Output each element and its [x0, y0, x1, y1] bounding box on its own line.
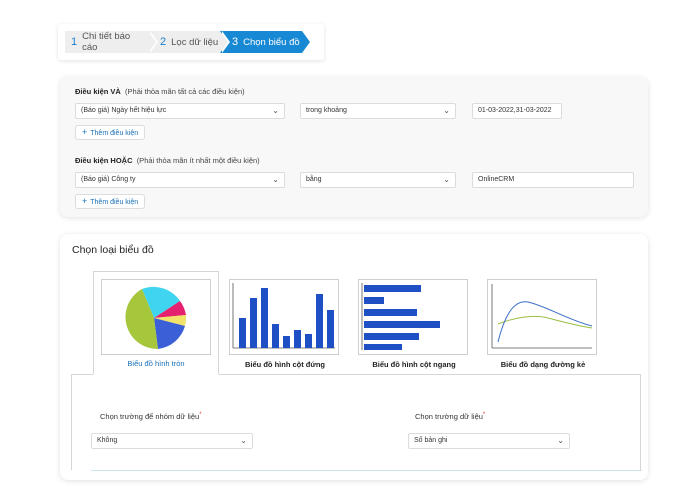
chart-type-label: Biểu đồ hình tròn	[127, 359, 185, 368]
or-operator-select[interactable]: bằng ⌄	[300, 172, 456, 188]
step-filter-data[interactable]: 2 Lọc dữ liệu	[148, 31, 230, 53]
step-label: Chọn biểu đồ	[243, 36, 300, 48]
or-conditions-hint: (Phải thỏa mãn ít nhất một điều kiện)	[136, 156, 260, 165]
chart-type-vertical-bar[interactable]: Biểu đồ hình cột đứng	[229, 271, 341, 375]
plus-icon: +	[82, 127, 88, 137]
required-mark: *	[482, 412, 486, 418]
or-operator-value: bằng	[306, 176, 322, 183]
add-condition-label: Thêm điều kiện	[90, 130, 139, 137]
chevron-down-icon: ⌄	[557, 436, 564, 445]
vertical-bar-chart-icon	[229, 279, 339, 355]
data-field-value: Số bản ghi	[414, 437, 448, 444]
or-conditions-title: Điều kiện HOẶC (Phải thỏa mãn ít nhất mộ…	[75, 156, 260, 165]
horizontal-bar-chart-icon	[358, 279, 468, 355]
chart-settings-panel	[71, 374, 641, 470]
or-field-value: (Báo giá) Công ty	[81, 176, 136, 183]
chevron-down-icon: ⌄	[240, 436, 247, 445]
chart-type-panel: Chọn loại biểu đồ Biểu đồ hình tròn Biểu…	[60, 234, 648, 480]
data-field-label: Chọn trường dữ liệu*	[415, 412, 486, 421]
chevron-down-icon: ⌄	[272, 106, 279, 115]
chart-type-label: Biểu đồ dạng đường kẻ	[500, 360, 586, 369]
and-operator-value: trong khoảng	[306, 107, 347, 114]
and-value-input[interactable]: 01-03-2022,31-03-2022	[472, 103, 562, 119]
chart-type-pie[interactable]: Biểu đồ hình tròn	[93, 271, 219, 375]
chart-type-label: Biểu đồ hình cột ngang	[372, 360, 456, 369]
and-conditions-title: Điều kiện VÀ (Phải thỏa mãn tất cả các đ…	[75, 87, 245, 96]
and-operator-select[interactable]: trong khoảng ⌄	[300, 103, 456, 119]
plus-icon: +	[82, 196, 88, 206]
chevron-down-icon: ⌄	[443, 175, 450, 184]
add-condition-label: Thêm điều kiện	[90, 199, 139, 206]
add-or-condition-button[interactable]: + Thêm điều kiện	[75, 194, 146, 209]
or-value-input[interactable]: OnlineCRM	[472, 172, 634, 188]
and-conditions-hint: (Phải thỏa mãn tất cả các điều kiện)	[125, 87, 245, 96]
or-value-text: OnlineCRM	[478, 176, 515, 183]
line-chart-icon	[487, 279, 597, 355]
step-report-details[interactable]: 1 Chi tiết báo cáo	[65, 31, 158, 53]
chart-type-label: Biểu đồ hình cột đứng	[244, 360, 325, 369]
pie-chart-icon	[101, 279, 211, 355]
report-stepper: 1 Chi tiết báo cáo 2 Lọc dữ liệu 3 Chọn …	[58, 24, 324, 60]
chevron-down-icon: ⌄	[272, 175, 279, 184]
step-label: Lọc dữ liệu	[171, 36, 219, 48]
step-number: 1	[71, 36, 78, 48]
add-and-condition-button[interactable]: + Thêm điều kiện	[75, 125, 146, 140]
chevron-down-icon: ⌄	[443, 106, 450, 115]
step-number: 3	[232, 36, 239, 48]
and-field-value: (Báo giá) Ngày hết hiệu lực	[81, 107, 167, 114]
required-mark: *	[199, 412, 202, 418]
chart-type-line[interactable]: Biểu đồ dạng đường kẻ	[487, 271, 599, 375]
and-value-text: 01-03-2022,31-03-2022	[478, 107, 552, 114]
conditions-panel: Điều kiện VÀ (Phải thỏa mãn tất cả các đ…	[60, 77, 648, 217]
group-field-label: Chọn trường để nhóm dữ liệu*	[100, 412, 202, 421]
step-label: Chi tiết báo cáo	[82, 31, 131, 53]
step-number: 2	[160, 36, 167, 48]
chart-type-title: Chọn loại biểu đồ	[72, 244, 154, 256]
chart-type-horizontal-bar[interactable]: Biểu đồ hình cột ngang	[358, 271, 470, 375]
group-field-value: Không	[97, 437, 118, 444]
chart-settings-divider	[91, 470, 642, 471]
and-field-select[interactable]: (Báo giá) Ngày hết hiệu lực ⌄	[75, 103, 285, 119]
group-field-select[interactable]: Không ⌄	[91, 433, 253, 449]
or-field-select[interactable]: (Báo giá) Công ty ⌄	[75, 172, 285, 188]
data-field-select[interactable]: Số bản ghi ⌄	[408, 433, 570, 449]
step-choose-chart[interactable]: 3 Chọn biểu đồ	[220, 31, 310, 53]
